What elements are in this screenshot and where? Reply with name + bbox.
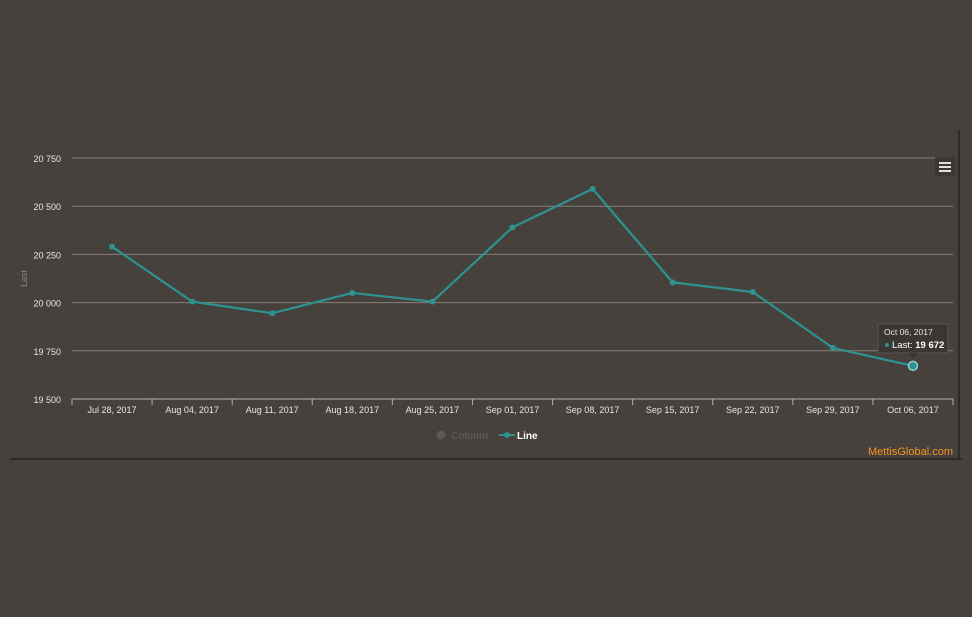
x-tick-label: Aug 04, 2017 — [165, 405, 219, 415]
y-tick-label: 19 500 — [33, 395, 61, 405]
data-point[interactable] — [749, 288, 756, 295]
x-tick-label: Aug 11, 2017 — [246, 405, 299, 415]
tooltip-label: Last: 19 672 — [892, 340, 944, 351]
grid-lines — [72, 157, 953, 400]
tooltip: Oct 06, 2017 Last: 19 672 — [877, 323, 949, 359]
legend-marker-icon — [504, 432, 510, 438]
legend-item-column[interactable]: Column — [436, 430, 489, 443]
legend: Column Line — [436, 430, 538, 443]
x-tick-label: Oct 06, 2017 — [887, 405, 939, 415]
x-tick-label: Aug 25, 2017 — [406, 405, 460, 415]
x-tick-label: Sep 08, 2017 — [566, 405, 620, 415]
data-point[interactable] — [109, 243, 116, 250]
hamburger-menu-icon — [939, 162, 951, 172]
tooltip-title: Oct 06, 2017 — [884, 327, 933, 337]
legend-label: Line — [517, 431, 538, 442]
tooltip-series-dot-icon — [885, 343, 889, 347]
chart-menu-button[interactable] — [935, 157, 955, 176]
data-point[interactable] — [589, 185, 596, 192]
x-tick-label: Sep 15, 2017 — [646, 405, 700, 415]
y-tick-label: 20 750 — [33, 154, 61, 164]
x-tick-label: Aug 18, 2017 — [326, 405, 380, 415]
data-point[interactable] — [349, 289, 356, 296]
y-tick-label: 20 000 — [33, 299, 61, 309]
data-point[interactable] — [269, 310, 276, 317]
legend-item-line[interactable]: Line — [499, 431, 538, 442]
line-chart: 19 500 19 750 20 000 20 250 20 500 20 750 Last… — [10, 130, 962, 460]
credits-link[interactable]: MettisGlobal.com — [868, 446, 953, 458]
tooltip-pointer — [907, 353, 918, 359]
data-point[interactable] — [829, 344, 836, 351]
series-area — [109, 185, 919, 372]
tooltip-value: 19 672 — [915, 340, 944, 351]
data-point-hovered[interactable] — [907, 360, 919, 372]
chart-container: 19 500 19 750 20 000 20 250 20 500 20 750 Last… — [0, 0, 972, 612]
axes: 19 500 19 750 20 000 20 250 20 500 20 750 Last… — [10, 130, 962, 460]
x-tick-label: Sep 01, 2017 — [486, 405, 540, 415]
legend-label: Column — [451, 431, 488, 442]
y-tick-label: 20 250 — [33, 250, 61, 260]
data-point[interactable] — [189, 298, 196, 305]
y-tick-label: 20 500 — [33, 202, 61, 212]
legend-marker-icon — [436, 430, 446, 440]
y-axis-title: Last — [19, 269, 29, 287]
data-point[interactable] — [429, 298, 436, 305]
x-tick-label: Sep 29, 2017 — [806, 405, 860, 415]
data-point[interactable] — [509, 224, 516, 231]
y-tick-label: 19 750 — [33, 347, 61, 357]
x-tick-label: Sep 22, 2017 — [726, 405, 780, 415]
data-point[interactable] — [669, 279, 676, 286]
x-tick-label: Jul 28, 2017 — [88, 405, 137, 415]
series-line — [111, 187, 914, 367]
